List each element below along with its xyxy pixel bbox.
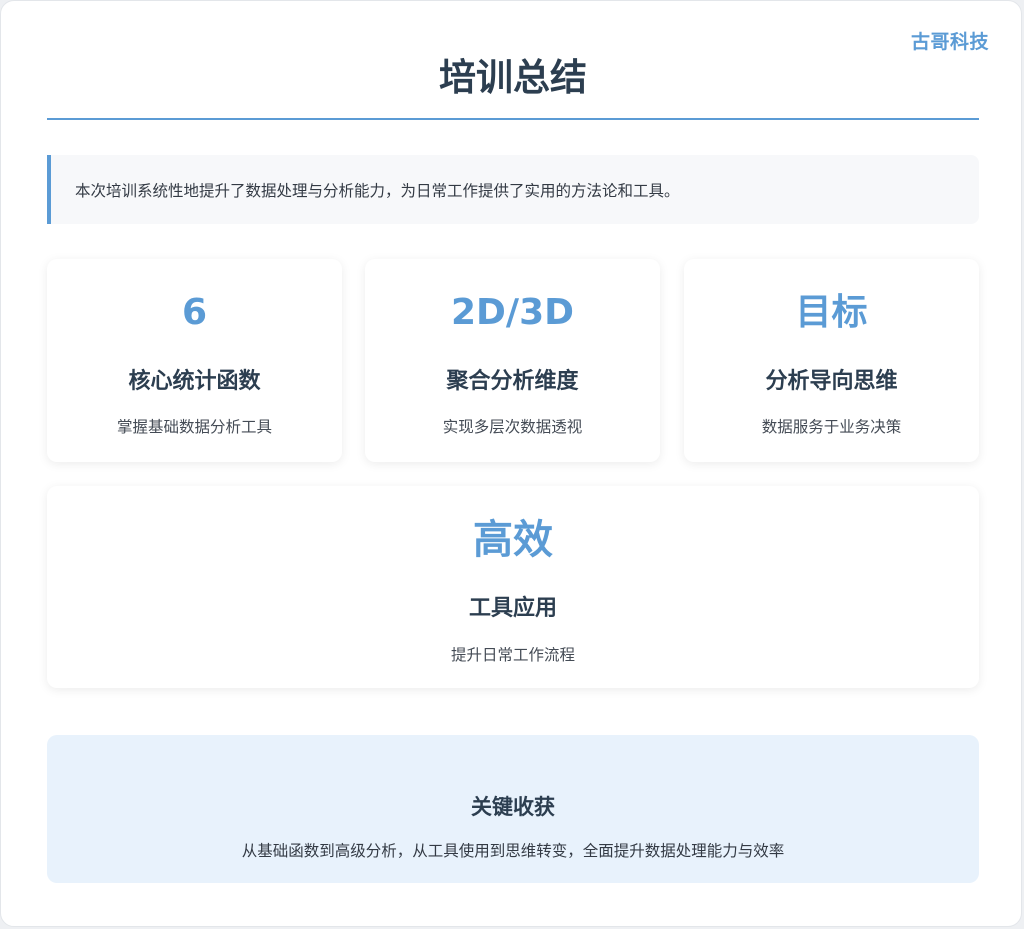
title-divider: [47, 118, 979, 120]
stat-card-efficiency: 高效 工具应用 提升日常工作流程: [47, 486, 979, 688]
stat-value: 6: [181, 292, 208, 333]
stat-card-functions: 6 核心统计函数 掌握基础数据分析工具: [47, 259, 342, 462]
stat-label: 聚合分析维度: [446, 369, 579, 394]
stat-label: 工具应用: [468, 596, 557, 621]
stat-value: 2D/3D: [450, 292, 574, 333]
intro-callout: 本次培训系统性地提升了数据处理与分析能力，为日常工作提供了实用的方法论和工具。: [47, 155, 979, 224]
intro-text: 本次培训系统性地提升了数据处理与分析能力，为日常工作提供了实用的方法论和工具。: [75, 181, 680, 200]
stat-desc: 提升日常工作流程: [450, 646, 575, 664]
stat-desc: 实现多层次数据透视: [442, 418, 583, 436]
stat-card-goal: 目标 分析导向思维 数据服务于业务决策: [684, 259, 979, 462]
stat-desc: 数据服务于业务决策: [761, 418, 902, 436]
stat-desc: 掌握基础数据分析工具: [116, 418, 272, 436]
takeaway-desc: 从基础函数到高级分析，从工具使用到思维转变，全面提升数据处理能力与效率: [241, 842, 785, 860]
summary-page: 古哥科技 培训总结 本次培训系统性地提升了数据处理与分析能力，为日常工作提供了实…: [0, 0, 1022, 927]
stat-label: 核心统计函数: [128, 369, 261, 394]
page-title: 培训总结: [439, 56, 587, 99]
key-takeaway-panel: 关键收获 从基础函数到高级分析，从工具使用到思维转变，全面提升数据处理能力与效率: [47, 735, 979, 883]
stat-label: 分析导向思维: [765, 369, 898, 394]
brand-logo-text: 古哥科技: [910, 31, 989, 53]
stat-card-dimensions: 2D/3D 聚合分析维度 实现多层次数据透视: [365, 259, 660, 462]
takeaway-title: 关键收获: [471, 795, 555, 819]
stat-value: 高效: [473, 517, 553, 563]
stat-value: 目标: [795, 292, 868, 333]
